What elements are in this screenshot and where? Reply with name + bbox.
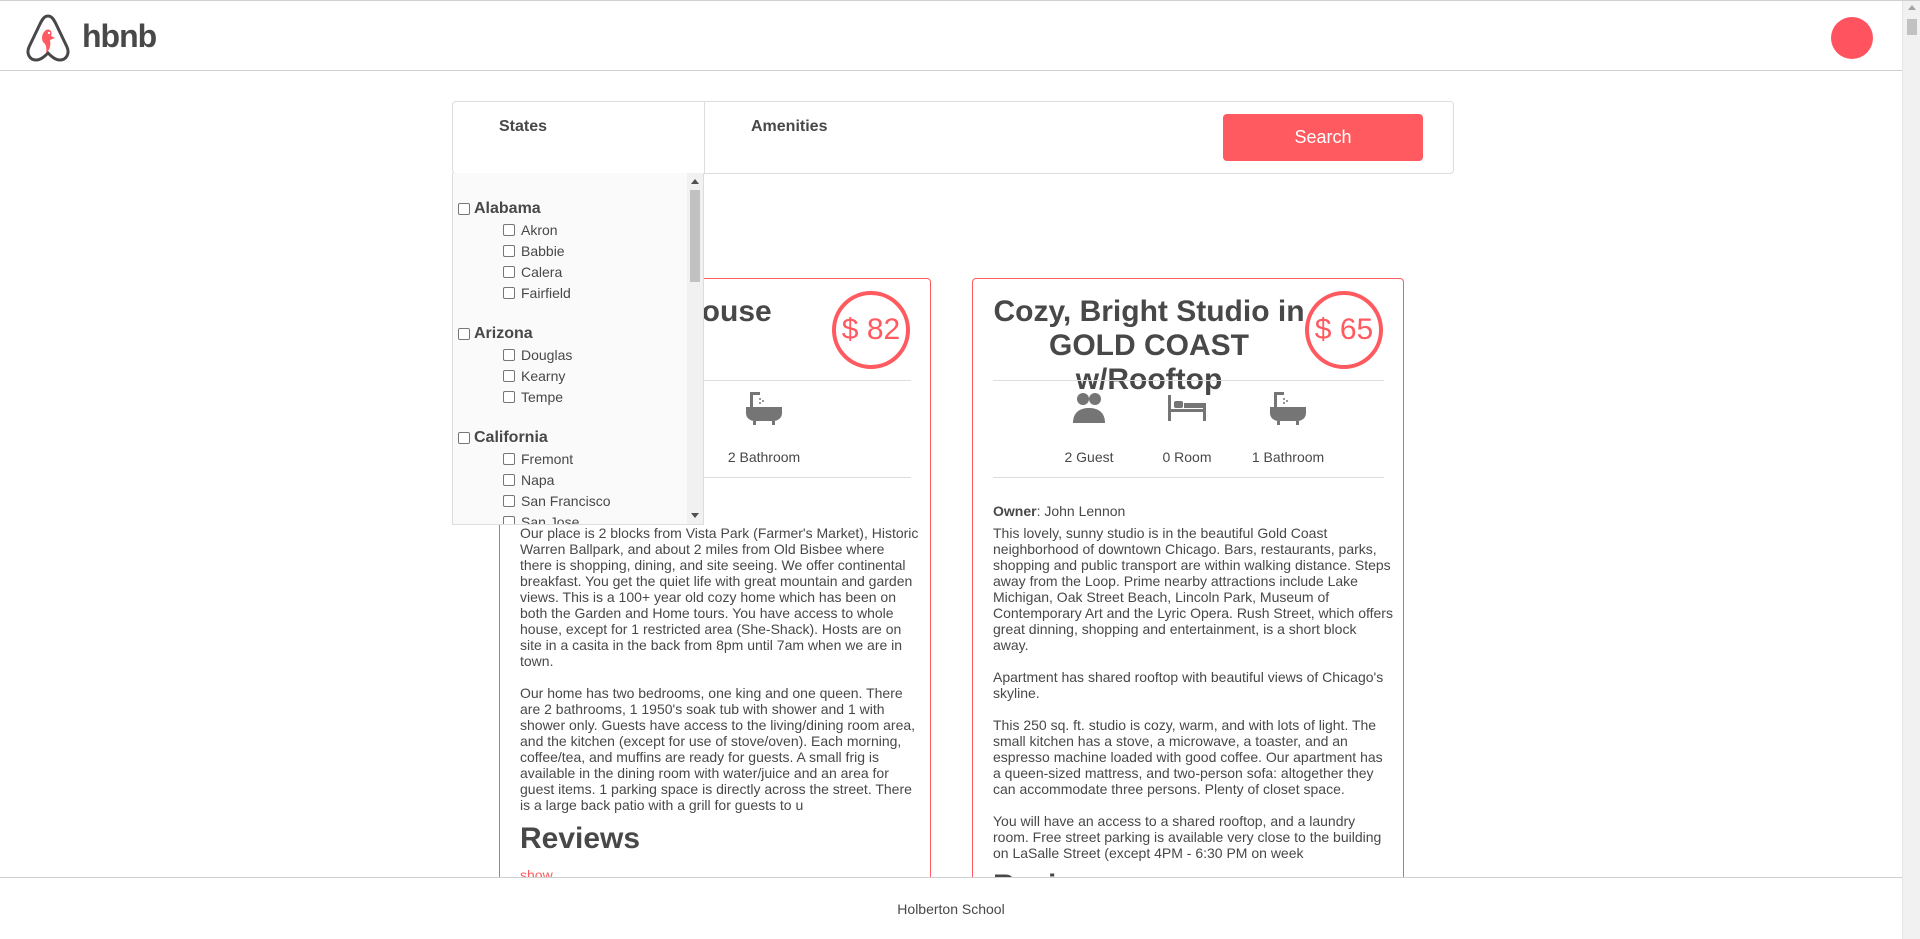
states-filter[interactable]: States — [453, 102, 705, 173]
city-label: Tempe — [521, 389, 564, 405]
city-checkbox[interactable] — [503, 370, 515, 382]
states-dropdown[interactable]: Alabama Akron Babbie Calera Fairfield Ar… — [452, 173, 704, 525]
city-label: Kearny — [521, 368, 566, 384]
site-header: hbnb — [0, 1, 1902, 71]
city-checkbox[interactable] — [503, 266, 515, 278]
footer-text: Holberton School — [897, 900, 1005, 917]
city-checkbox[interactable] — [503, 349, 515, 361]
state-item-arizona[interactable]: Arizona — [458, 324, 533, 344]
city-item[interactable]: San Jose — [503, 513, 580, 525]
city-label: Akron — [521, 222, 558, 238]
city-label: Fairfield — [521, 285, 571, 301]
bathtub-icon — [746, 392, 782, 425]
owner-label: Owner — [993, 503, 1037, 519]
bathtub-icon — [1270, 392, 1306, 425]
bed-icon — [1168, 395, 1206, 421]
city-label: Napa — [521, 472, 555, 488]
city-checkbox[interactable] — [503, 245, 515, 257]
room-count: 0 Room — [1162, 449, 1212, 465]
city-item[interactable]: Kearny — [503, 367, 565, 385]
place-card: Cozy, Bright Studio in GOLD COAST w/Roof… — [972, 278, 1404, 888]
guest-icon — [1073, 393, 1105, 423]
city-checkbox[interactable] — [503, 391, 515, 403]
city-checkbox[interactable] — [503, 495, 515, 507]
reviews-title: Reviews — [520, 822, 641, 855]
city-label: Douglas — [521, 347, 573, 363]
city-checkbox[interactable] — [503, 453, 515, 465]
state-checkbox[interactable] — [458, 432, 470, 444]
amenities-filter-title[interactable]: Amenities — [751, 118, 827, 136]
city-item[interactable]: Calera — [503, 263, 562, 281]
states-filter-title[interactable]: States — [499, 118, 547, 136]
state-checkbox[interactable] — [458, 203, 470, 215]
scroll-up-arrow-icon[interactable] — [1908, 5, 1916, 10]
city-label: Fremont — [521, 451, 574, 467]
city-item[interactable]: Douglas — [503, 346, 572, 364]
guest-info: 2 Guest — [1039, 387, 1139, 465]
filters-bar: States Amenities Search — [452, 101, 1454, 174]
page-scrollbar[interactable] — [1902, 1, 1920, 939]
city-item[interactable]: Napa — [503, 471, 554, 489]
bathroom-count: 2 Bathroom — [727, 449, 801, 465]
dropdown-scroll-thumb[interactable] — [690, 190, 700, 282]
brand-name: hbnb — [82, 18, 157, 54]
city-item[interactable]: Fremont — [503, 450, 573, 468]
dropdown-scrollbar[interactable] — [687, 173, 703, 524]
bathroom-info: 1 Bathroom — [1238, 387, 1338, 465]
price-by-night: $ 82 — [832, 291, 910, 369]
price-by-night: $ 65 — [1305, 291, 1383, 369]
place-owner: Owner: John Lennon — [993, 503, 1125, 519]
state-label: Arizona — [474, 325, 533, 342]
state-checkbox[interactable] — [458, 328, 470, 340]
api-status-indicator — [1831, 17, 1873, 59]
dropdown-scroll-up-icon[interactable] — [691, 179, 699, 184]
state-label: California — [474, 429, 548, 446]
city-label: San Francisco — [521, 493, 611, 509]
city-label: Calera — [521, 264, 563, 280]
city-label: San Jose — [521, 514, 580, 525]
place-description: Our place is 2 blocks from Vista Park (F… — [520, 525, 919, 813]
page-scroll-thumb[interactable] — [1907, 19, 1917, 35]
room-info: 0 Room — [1137, 387, 1237, 465]
site-footer: Holberton School — [0, 877, 1902, 939]
place-description: This lovely, sunny studio is in the beau… — [993, 525, 1393, 861]
city-item[interactable]: San Francisco — [503, 492, 610, 510]
city-item[interactable]: Akron — [503, 221, 558, 239]
divider — [993, 380, 1384, 381]
city-item[interactable]: Fairfield — [503, 284, 571, 302]
search-button[interactable]: Search — [1223, 114, 1423, 161]
city-checkbox[interactable] — [503, 287, 515, 299]
city-label: Babbie — [521, 243, 565, 259]
city-checkbox[interactable] — [503, 474, 515, 486]
divider — [993, 477, 1384, 478]
guest-count: 2 Guest — [1064, 449, 1114, 465]
place-title: Cozy, Bright Studio in GOLD COAST w/Roof… — [993, 295, 1305, 396]
state-item-california[interactable]: California — [458, 428, 548, 448]
dropdown-scroll-down-icon[interactable] — [691, 513, 699, 518]
state-item-alabama[interactable]: Alabama — [458, 199, 541, 219]
state-label: Alabama — [474, 200, 541, 217]
city-item[interactable]: Tempe — [503, 388, 563, 406]
city-checkbox[interactable] — [503, 516, 515, 524]
hbnb-logo-icon[interactable] — [24, 13, 72, 63]
owner-name: : John Lennon — [1036, 503, 1126, 519]
city-item[interactable]: Babbie — [503, 242, 565, 260]
bathroom-count: 1 Bathroom — [1251, 449, 1325, 465]
amenities-filter[interactable]: Amenities — [705, 102, 1005, 173]
bathroom-info: 2 Bathroom — [714, 387, 814, 465]
city-checkbox[interactable] — [503, 224, 515, 236]
